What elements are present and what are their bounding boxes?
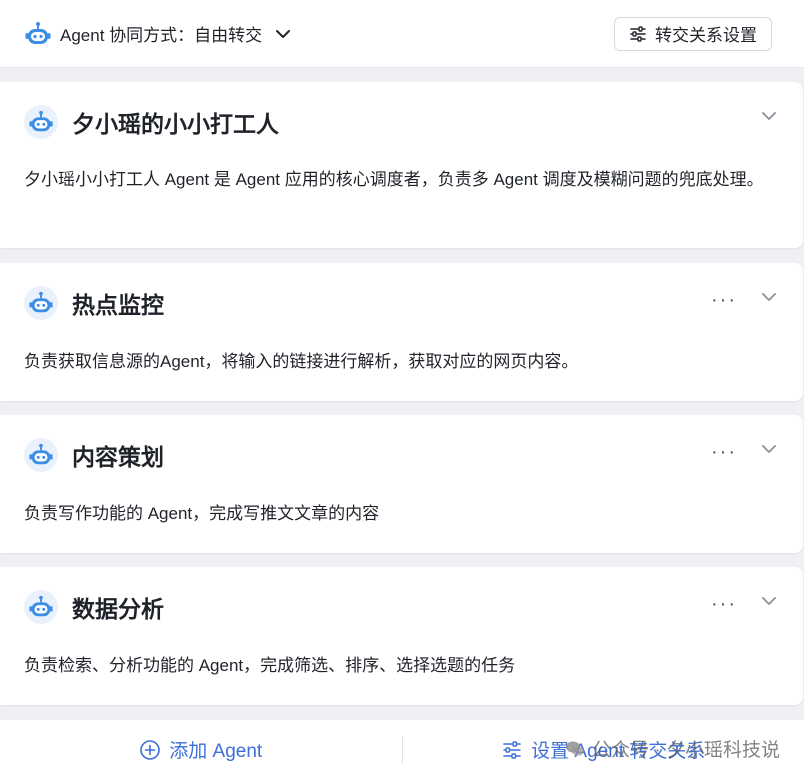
agent-name: 数据分析 bbox=[72, 596, 164, 622]
more-options-icon[interactable]: ··· bbox=[711, 594, 737, 614]
expand-toggle[interactable] bbox=[759, 287, 779, 312]
agent-name: 热点监控 bbox=[72, 292, 164, 318]
agent-card[interactable]: 热点监控 ··· 负责获取信息源的Agent，将输入的链接进行解析，获取对应的网… bbox=[0, 263, 803, 401]
chevron-down-icon bbox=[762, 112, 776, 120]
sliders-icon bbox=[503, 740, 521, 759]
chevron-down-icon bbox=[276, 29, 291, 38]
top-bar: Agent 协同方式：自由转交 转交关系设置 bbox=[0, 0, 804, 68]
robot-icon bbox=[25, 21, 51, 44]
collab-mode-dropdown[interactable]: Agent 协同方式：自由转交 bbox=[24, 20, 292, 48]
agent-description: 负责写作功能的 Agent，完成写推文文章的内容 bbox=[24, 504, 380, 523]
agent-description: 夕小瑶小小打工人 Agent 是 Agent 应用的核心调度者，负责多 Agen… bbox=[24, 170, 764, 189]
chevron-down-icon bbox=[762, 597, 776, 605]
more-options-icon[interactable]: ··· bbox=[711, 442, 737, 462]
agent-avatar bbox=[24, 590, 58, 624]
robot-icon bbox=[29, 595, 53, 617]
handoff-settings-label: 转交关系设置 bbox=[655, 26, 757, 45]
agent-description: 负责获取信息源的Agent，将输入的链接进行解析，获取对应的网页内容。 bbox=[24, 352, 579, 371]
add-agent-button[interactable]: 添加 Agent bbox=[0, 736, 402, 763]
chevron-down-icon bbox=[762, 293, 776, 301]
agent-avatar bbox=[24, 105, 58, 139]
agent-avatar bbox=[24, 438, 58, 472]
sliders-icon bbox=[630, 25, 646, 42]
agent-card-header: 数据分析 ··· bbox=[24, 587, 779, 627]
agent-card[interactable]: 数据分析 ··· 负责检索、分析功能的 Agent，完成筛选、排序、选择选题的任… bbox=[0, 567, 803, 705]
more-options-icon[interactable]: ··· bbox=[711, 290, 737, 310]
chevron-down-icon bbox=[762, 445, 776, 453]
expand-toggle[interactable] bbox=[759, 591, 779, 616]
agent-name: 内容策划 bbox=[72, 444, 164, 470]
agent-description: 负责检索、分析功能的 Agent，完成筛选、排序、选择选题的任务 bbox=[24, 656, 516, 675]
agent-card[interactable]: 夕小瑶的小小打工人 夕小瑶小小打工人 Agent 是 Agent 应用的核心调度… bbox=[0, 82, 803, 248]
robot-icon bbox=[29, 291, 53, 313]
add-agent-label: 添加 Agent bbox=[169, 741, 263, 762]
wechat-icon bbox=[566, 741, 585, 756]
handoff-settings-button[interactable]: 转交关系设置 bbox=[614, 16, 772, 51]
plus-circle-icon bbox=[140, 739, 161, 760]
collab-mode-label: Agent 协同方式：自由转交 bbox=[60, 26, 263, 45]
agent-card-header: 内容策划 ··· bbox=[24, 435, 779, 475]
agent-card-header: 热点监控 ··· bbox=[24, 283, 779, 323]
agent-name: 夕小瑶的小小打工人 bbox=[72, 111, 279, 137]
expand-toggle[interactable] bbox=[759, 106, 779, 131]
watermark: 公众号 · 夕小瑶科技说 bbox=[564, 735, 780, 762]
watermark-text: 公众号 · 夕小瑶科技说 bbox=[592, 740, 780, 761]
robot-icon bbox=[29, 110, 53, 132]
agent-card[interactable]: 内容策划 ··· 负责写作功能的 Agent，完成写推文文章的内容 bbox=[0, 415, 803, 553]
expand-toggle[interactable] bbox=[759, 439, 779, 464]
agent-avatar bbox=[24, 286, 58, 320]
agent-card-header: 夕小瑶的小小打工人 bbox=[24, 102, 779, 142]
robot-icon bbox=[29, 443, 53, 465]
